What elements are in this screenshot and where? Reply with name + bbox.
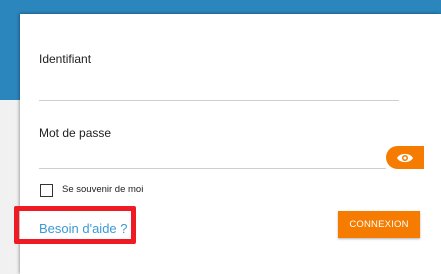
side-band xyxy=(0,18,20,100)
username-label: Identifiant xyxy=(39,52,92,66)
page-background xyxy=(0,100,20,274)
show-password-button[interactable] xyxy=(386,146,424,169)
username-field[interactable] xyxy=(39,100,399,101)
password-field[interactable] xyxy=(39,168,386,169)
remember-me-label: Se souvenir de moi xyxy=(62,184,144,195)
eye-icon xyxy=(397,153,413,162)
highlight-box xyxy=(14,206,136,244)
remember-me-checkbox[interactable] xyxy=(40,184,53,197)
password-label: Mot de passe xyxy=(39,126,112,140)
login-button[interactable]: CONNEXION xyxy=(338,211,420,238)
